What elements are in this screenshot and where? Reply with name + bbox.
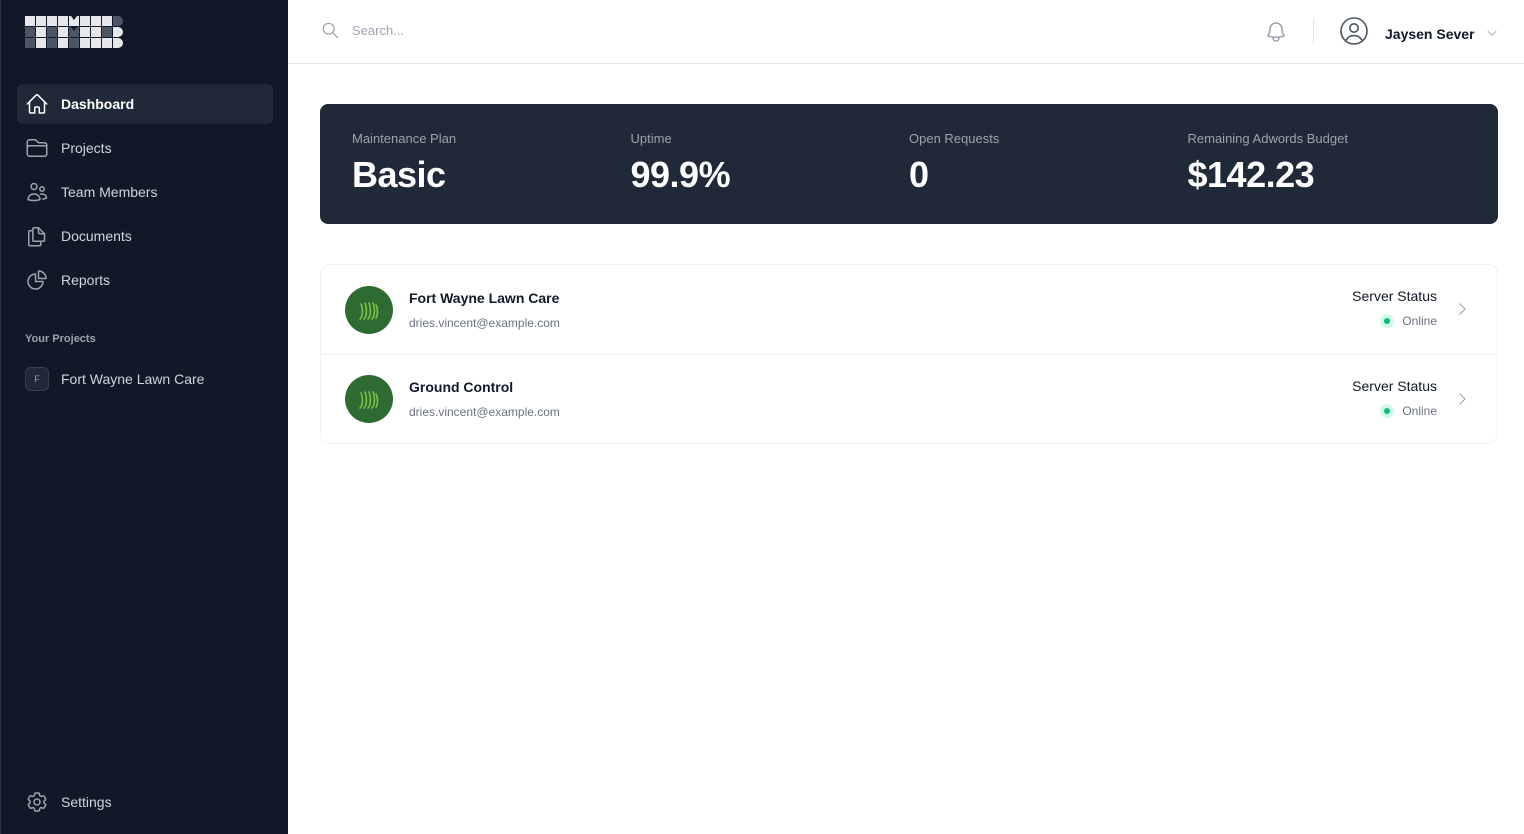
documents-icon [25,224,49,248]
stat-open-requests: Open Requests 0 [909,104,1188,224]
stat-label: Maintenance Plan [352,131,457,146]
sidebar-item-projects[interactable]: Projects [17,128,273,168]
status-online-icon [1380,404,1395,418]
sidebar-item-dashboard[interactable]: Dashboard [17,84,273,124]
stat-label: Uptime [630,131,672,146]
sidebar-item-label: Team Members [61,184,158,200]
project-email: dries.vincent@example.com [409,405,560,419]
project-initial-badge: F [25,367,49,391]
project-logo [345,285,393,334]
sidebar-item-label: Dashboard [61,96,135,112]
status-badge: Online [1402,404,1437,418]
home-icon [25,92,49,116]
chevron-down-icon [1475,23,1499,45]
sidebar-item-team-members[interactable]: Team Members [17,172,273,212]
search-icon [322,22,339,39]
sidebar-item-label: Projects [61,140,112,156]
stat-value: 99.9% [630,154,731,195]
project-name: Ground Control [409,379,514,395]
project-name: Fort Wayne Lawn Care [409,289,560,306]
status-badge: Online [1402,314,1437,328]
pie-chart-icon [25,268,49,292]
stat-maintenance-plan: Maintenance Plan Basic [352,104,631,224]
server-status: Server Status Online [1352,288,1437,328]
project-row[interactable]: Ground Control dries.vincent@example.com… [321,354,1497,443]
sidebar-item-settings[interactable]: Settings [17,782,273,822]
project-row[interactable]: Fort Wayne Lawn Care dries.vincent@examp… [321,265,1497,354]
settings-nav: Settings [17,782,273,826]
stat-value: Basic [352,154,446,195]
top-bar: Jaysen Sever [288,0,1524,64]
sidebar-item-label: Reports [61,272,111,288]
your-projects-heading: Your Projects [25,333,96,345]
stat-label: Remaining Adwords Budget [1187,131,1348,146]
project-logo [345,375,393,423]
server-status-label: Server Status [1352,378,1437,394]
user-menu[interactable]: Jaysen Sever [1339,16,1499,51]
stat-value: 0 [909,154,929,195]
sidebar-item-documents[interactable]: Documents [17,216,273,256]
stat-value: $142.23 [1187,154,1315,195]
notifications-button[interactable] [1264,20,1288,44]
search-input[interactable] [352,22,1152,38]
search-bar [320,20,1152,40]
stat-adwords-budget: Remaining Adwords Budget $142.23 [1188,104,1467,224]
user-name: Jaysen Sever [1385,25,1475,42]
sidebar-item-label: Settings [61,794,112,810]
gear-icon [25,790,49,814]
stats-panel: Maintenance Plan Basic Uptime 99.9% Open… [320,104,1498,224]
sidebar-item-reports[interactable]: Reports [17,260,273,300]
server-status-label: Server Status [1352,288,1437,304]
status-online-icon [1380,314,1395,328]
grass-icon [359,391,379,409]
main-nav: Dashboard Projects Team Members Document… [17,84,273,304]
project-list: Fort Wayne Lawn Care dries.vincent@examp… [320,264,1498,444]
brand-logo[interactable] [25,16,123,48]
topbar-divider [1313,18,1314,44]
server-status: Server Status Online [1352,378,1437,418]
stat-label: Open Requests [909,131,1000,146]
bell-icon [1266,22,1286,42]
project-email: dries.vincent@example.com [409,315,560,330]
sidebar-item-label: Documents [61,228,132,244]
users-icon [25,180,49,204]
sidebar-project-label: Fort Wayne Lawn Care [61,371,205,387]
grass-icon [359,301,379,320]
chevron-right-icon [1453,390,1471,413]
sidebar: Dashboard Projects Team Members Document… [0,0,288,834]
folder-icon [25,136,49,160]
stat-uptime: Uptime 99.9% [631,104,910,224]
user-avatar-icon [1339,16,1369,51]
sidebar-project-fort-wayne-lawn-care[interactable]: F Fort Wayne Lawn Care [17,359,273,399]
chevron-right-icon [1453,300,1471,323]
